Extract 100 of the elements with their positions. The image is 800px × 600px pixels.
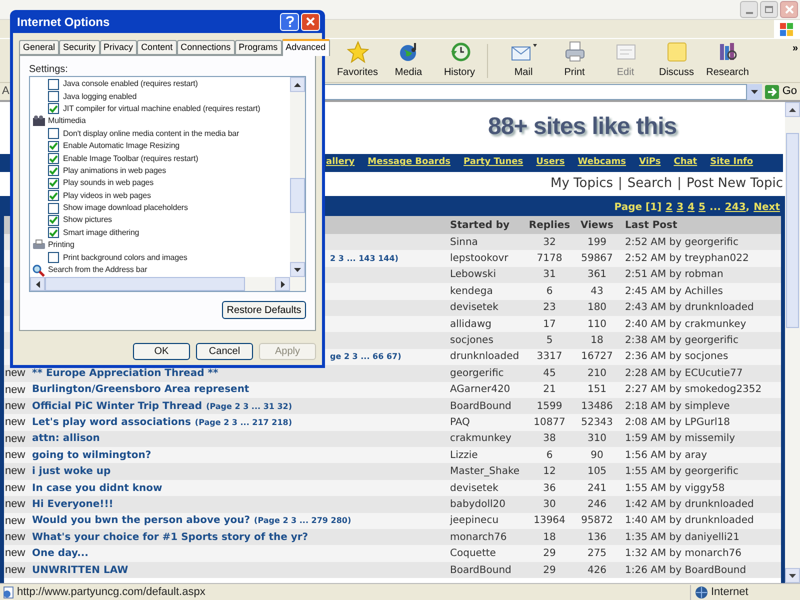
maximize-button[interactable] bbox=[760, 1, 778, 18]
topic-title-link[interactable]: Hi Everyone!!! bbox=[32, 497, 114, 512]
page-link[interactable]: 3 bbox=[676, 200, 684, 214]
checkbox[interactable] bbox=[48, 103, 59, 114]
checkbox[interactable] bbox=[48, 227, 59, 238]
toolbar-button[interactable]: Print bbox=[549, 40, 600, 80]
overflow-chevron[interactable]: » bbox=[792, 41, 798, 56]
checkbox[interactable] bbox=[48, 153, 59, 164]
toolbar-button[interactable]: Media bbox=[383, 40, 434, 80]
scrollbar-thumb[interactable] bbox=[290, 178, 305, 213]
settings-tab[interactable]: General bbox=[19, 40, 60, 55]
settings-list[interactable] bbox=[29, 76, 306, 292]
scrollbar-thumb[interactable] bbox=[786, 133, 799, 328]
table-cell-text: drunknloaded bbox=[449, 350, 520, 364]
checkbox[interactable] bbox=[48, 190, 59, 202]
topic-link[interactable]: Search bbox=[627, 174, 672, 194]
table-cell-text: 361 bbox=[586, 268, 608, 282]
checkbox[interactable] bbox=[48, 78, 59, 90]
nav-link[interactable]: allery bbox=[326, 156, 355, 170]
nav-link[interactable]: Party Tunes bbox=[464, 156, 524, 170]
topic-link[interactable]: Post New Topic bbox=[686, 174, 783, 194]
page-links[interactable]: ge 2 3 ... 66 67) bbox=[330, 350, 402, 363]
page-link[interactable]: 243 bbox=[724, 200, 746, 214]
nav-link[interactable]: Chat bbox=[674, 156, 698, 170]
topic-title-link[interactable]: Let's play word associations bbox=[32, 415, 191, 430]
nav-link[interactable]: Webcams bbox=[578, 156, 626, 170]
page-links[interactable]: (Page 2 3 ... 279 280) bbox=[254, 515, 352, 528]
topic-title-link[interactable]: What's your choice for #1 Sports story of the yr? bbox=[32, 530, 308, 545]
settings-tab[interactable]: Advanced bbox=[282, 39, 330, 56]
settings-tab[interactable]: Programs bbox=[234, 40, 282, 55]
page-links[interactable]: (Page 2 3 ... 31 32) bbox=[206, 400, 292, 413]
topic-link[interactable]: My Topics bbox=[550, 174, 614, 194]
topic-title-link[interactable]: attn: allison bbox=[32, 431, 100, 446]
star-icon bbox=[346, 41, 368, 63]
go-button[interactable]: Go bbox=[762, 84, 800, 100]
nav-link[interactable]: ViPs bbox=[639, 156, 661, 170]
table-cell-text: 1:59 AM by missemily bbox=[624, 432, 736, 446]
scrollbar-thumb[interactable] bbox=[45, 277, 245, 291]
topic-title-link[interactable]: i just woke up bbox=[32, 464, 111, 480]
page-icon bbox=[2, 586, 15, 598]
toolbar-button[interactable]: Favorites bbox=[332, 40, 383, 80]
page-links[interactable]: 2 3 ... 143 144) bbox=[330, 252, 398, 265]
status-text: new bbox=[4, 432, 26, 445]
table-cell-text: 110 bbox=[586, 318, 608, 332]
vertical-scrollbar[interactable] bbox=[290, 77, 305, 277]
table-cell-text: 21 bbox=[542, 383, 557, 398]
restore-defaults-button[interactable]: Restore Defaults bbox=[222, 301, 306, 319]
table-cell-text: 180 bbox=[586, 301, 608, 316]
settings-tab[interactable]: Connections bbox=[176, 40, 235, 55]
dropdown-button[interactable] bbox=[747, 84, 762, 100]
table-cell-text: 2:08 AM by LPGurl18 bbox=[624, 416, 732, 430]
scrollbar[interactable] bbox=[785, 102, 800, 583]
setting-label: Print background colors and images bbox=[63, 252, 188, 264]
checkbox[interactable] bbox=[48, 165, 59, 176]
page-links[interactable]: (Page 2 3 ... 217 218) bbox=[194, 417, 292, 430]
help-button[interactable] bbox=[280, 12, 299, 30]
table-cell-text: 13964 bbox=[532, 514, 566, 528]
table-cell-text: 1:55 AM by georgerific bbox=[624, 465, 740, 480]
table-cell-text: 18 bbox=[590, 334, 604, 348]
horizontal-scrollbar[interactable] bbox=[30, 277, 305, 291]
dialog-button[interactable]: OK bbox=[133, 343, 190, 360]
nav-link[interactable]: Message Boards bbox=[368, 156, 451, 170]
column-header: Last Post bbox=[624, 218, 678, 232]
checkbox[interactable] bbox=[48, 214, 59, 226]
checkbox[interactable] bbox=[48, 128, 59, 140]
nav-link[interactable]: Site Info bbox=[710, 156, 754, 170]
page-link[interactable]: 4 bbox=[688, 200, 695, 214]
minimize-button[interactable] bbox=[740, 1, 758, 18]
table-cell-text: 38 bbox=[542, 432, 557, 446]
settings-tab[interactable]: Security bbox=[59, 40, 100, 55]
topic-title-link[interactable]: Would you bwn the person above you? bbox=[32, 513, 250, 528]
topic-title-link[interactable]: Official PiC Winter Trip Thread bbox=[32, 398, 202, 414]
topic-title-link[interactable]: In case you didnt know bbox=[32, 480, 162, 496]
topic-title-link[interactable]: Burlington/Greensboro Area represent bbox=[32, 382, 250, 398]
toolbar-button[interactable]: Discuss bbox=[651, 40, 702, 80]
checkbox[interactable] bbox=[48, 140, 59, 152]
table-cell-text: 1:40 AM by drunknloaded bbox=[624, 514, 755, 528]
topic-title-link[interactable]: One day... bbox=[32, 546, 88, 562]
toolbar-button[interactable]: Mail bbox=[498, 40, 549, 80]
topic-title-link[interactable]: going to wilmington? bbox=[32, 448, 152, 463]
toolbar-button[interactable]: History bbox=[434, 40, 485, 80]
toolbar-button[interactable]: Research bbox=[702, 40, 753, 80]
checkbox[interactable] bbox=[48, 91, 59, 102]
windows-logo-icon bbox=[780, 22, 794, 36]
topic-title-link[interactable]: UNWRITTEN LAW bbox=[32, 562, 128, 578]
status-text: new bbox=[4, 531, 26, 544]
page-link[interactable]: Next bbox=[754, 200, 780, 214]
mail-icon bbox=[510, 41, 536, 63]
checkbox[interactable] bbox=[48, 202, 59, 214]
settings-tab[interactable]: Content bbox=[137, 40, 177, 55]
topic-title-link[interactable]: ** Europe Appreciation Thread ** bbox=[32, 366, 218, 381]
nav-link[interactable]: Users bbox=[536, 156, 565, 170]
checkbox[interactable] bbox=[48, 178, 59, 189]
dialog-button[interactable]: Cancel bbox=[196, 343, 253, 360]
restore-icon bbox=[765, 6, 773, 13]
page-link[interactable]: 2 bbox=[666, 200, 673, 214]
table-cell-text: 2:18 AM by simpleve bbox=[624, 400, 731, 414]
settings-tab[interactable]: Privacy bbox=[100, 40, 138, 55]
checkbox[interactable] bbox=[48, 252, 59, 264]
page-link[interactable]: 5 bbox=[698, 200, 706, 214]
